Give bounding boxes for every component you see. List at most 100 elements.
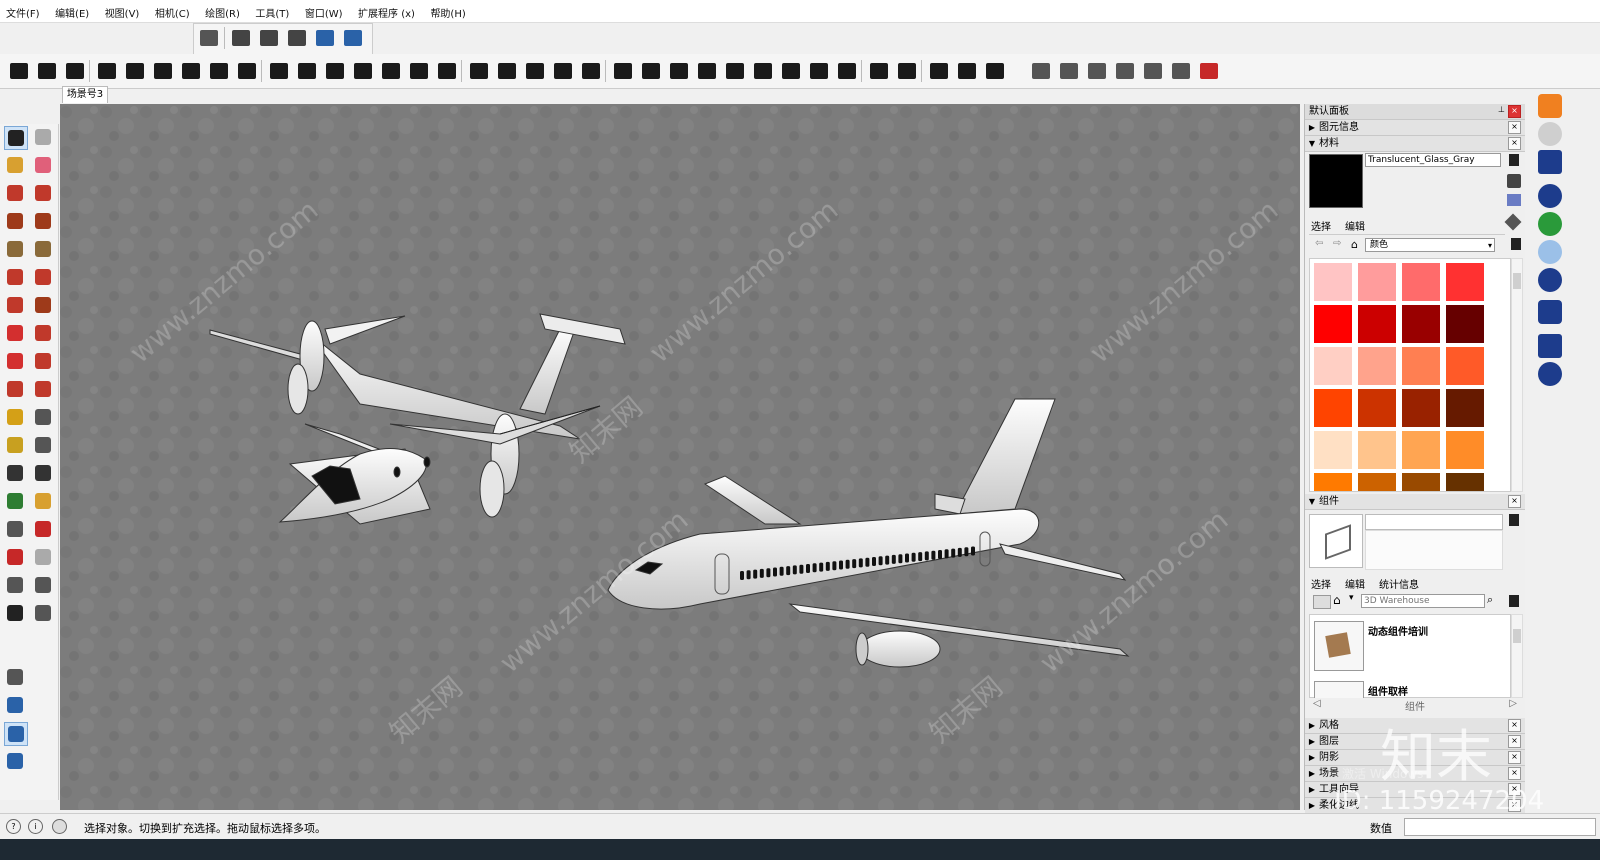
section-plane-icon[interactable] — [32, 602, 54, 624]
flag-icon[interactable] — [612, 60, 634, 82]
back-icon[interactable]: ◁ — [1313, 698, 1321, 709]
rectangle-icon[interactable] — [4, 210, 26, 232]
swirl-icon[interactable] — [268, 60, 290, 82]
top-view-icon[interactable] — [230, 27, 252, 49]
search-icon[interactable]: ⌕ — [1487, 593, 1493, 607]
wave-icon[interactable] — [552, 60, 574, 82]
badge-b-icon[interactable] — [868, 60, 890, 82]
color-swatch[interactable] — [1402, 305, 1440, 343]
grid-fold-icon[interactable] — [380, 60, 402, 82]
circle-icon[interactable] — [4, 238, 26, 260]
color-swatch[interactable] — [1402, 347, 1440, 385]
menu-edit[interactable]: 编辑(E) — [49, 0, 95, 20]
component-scrollbar[interactable] — [1511, 614, 1523, 698]
globe-icon[interactable] — [1538, 240, 1562, 264]
close-icon[interactable]: × — [1508, 137, 1521, 150]
paint-bucket-icon[interactable] — [1507, 174, 1521, 188]
orbit-icon[interactable] — [1058, 60, 1080, 82]
move-icon[interactable] — [4, 322, 26, 344]
bars-icon[interactable] — [96, 60, 118, 82]
close-icon[interactable]: × — [1508, 495, 1521, 508]
measure-line-icon[interactable] — [152, 60, 174, 82]
back-icon[interactable]: ⇦ — [1315, 238, 1323, 249]
knot-icon[interactable] — [296, 60, 318, 82]
triangle-prism-icon[interactable] — [696, 60, 718, 82]
sample-paint-icon[interactable] — [1507, 194, 1521, 206]
component-item[interactable]: 组件取样 — [1368, 683, 1408, 698]
text-label-icon[interactable] — [32, 434, 54, 456]
left-view-icon[interactable] — [342, 27, 364, 49]
scene-tab[interactable]: 场景号3 — [62, 86, 108, 103]
top-cube-icon[interactable] — [4, 722, 28, 746]
material-name-field[interactable] — [1365, 153, 1501, 167]
iso-cube-icon[interactable] — [4, 694, 26, 716]
mail-icon[interactable] — [1538, 334, 1562, 358]
details-icon[interactable] — [1509, 595, 1519, 607]
zoom-window-icon[interactable] — [32, 518, 54, 540]
model-icon[interactable] — [984, 60, 1006, 82]
eraser-icon[interactable] — [32, 154, 54, 176]
close-icon[interactable]: × — [1508, 719, 1521, 732]
export-icon[interactable] — [1170, 60, 1192, 82]
lift-icon[interactable] — [408, 60, 430, 82]
forward-icon[interactable]: ▷ — [1509, 698, 1517, 709]
measurements-field[interactable] — [1404, 818, 1596, 836]
color-swatch[interactable] — [1446, 305, 1484, 343]
ramp-icon[interactable] — [64, 60, 86, 82]
color-swatch[interactable] — [1446, 389, 1484, 427]
add-icon[interactable] — [1538, 184, 1562, 208]
box-stack-icon[interactable] — [436, 60, 458, 82]
color-swatch[interactable] — [1446, 347, 1484, 385]
scale-icon[interactable] — [4, 378, 26, 400]
zoom-icon[interactable] — [4, 518, 26, 540]
component-make-icon[interactable] — [32, 126, 54, 148]
library-select[interactable]: 颜色 ▾ — [1365, 238, 1495, 252]
model-viewport[interactable]: www.znzmo.com 知末网 www.znzmo.com www.znzm… — [60, 104, 1300, 810]
camera-icon[interactable] — [1030, 60, 1052, 82]
color-swatch[interactable] — [1446, 263, 1484, 301]
component-tab-select[interactable]: 选择 — [1311, 576, 1331, 591]
geo-location-icon[interactable]: ? — [6, 819, 21, 834]
back-view-icon[interactable] — [314, 27, 336, 49]
home-icon[interactable]: ⌂ — [1351, 238, 1358, 251]
user-icon[interactable] — [52, 819, 67, 834]
color-swatch[interactable] — [1402, 263, 1440, 301]
details-icon[interactable] — [1511, 238, 1521, 250]
arch-icon[interactable] — [236, 60, 258, 82]
select-icon[interactable] — [4, 126, 28, 150]
panel-entity-info[interactable]: ▶ 图元信息 × — [1305, 120, 1525, 136]
camera-record-icon[interactable] — [1538, 150, 1562, 174]
rotated-rect-icon[interactable] — [32, 210, 54, 232]
table-icon[interactable] — [896, 60, 918, 82]
menu-extensions[interactable]: 扩展程序 (x) — [352, 0, 421, 20]
component-tab-stats[interactable]: 统计信息 — [1379, 576, 1419, 591]
axis-orient-icon[interactable] — [4, 666, 26, 688]
color-swatch[interactable] — [1358, 305, 1396, 343]
walk-icon[interactable] — [4, 602, 26, 624]
close-icon[interactable]: × — [1508, 121, 1521, 134]
color-swatch[interactable] — [1402, 431, 1440, 469]
warehouse-search-input[interactable] — [1361, 594, 1485, 608]
color-swatch[interactable] — [1446, 473, 1484, 491]
component-thumb-icon[interactable] — [1314, 621, 1364, 671]
color-swatch[interactable] — [1446, 431, 1484, 469]
close-icon[interactable]: × — [1508, 105, 1521, 118]
color-swatch[interactable] — [1358, 389, 1396, 427]
front-cube-icon[interactable] — [4, 750, 26, 772]
robot-icon[interactable] — [1114, 60, 1136, 82]
flag-small-icon[interactable] — [1142, 60, 1164, 82]
three-point-arc-icon[interactable] — [4, 294, 26, 316]
color-swatch[interactable] — [1402, 473, 1440, 491]
extension-warehouse-icon[interactable] — [1538, 94, 1562, 118]
polygon-icon[interactable] — [32, 238, 54, 260]
ring-env-icon[interactable] — [956, 60, 978, 82]
cloud-upload-icon[interactable] — [1538, 268, 1562, 292]
compass-icon[interactable] — [780, 60, 802, 82]
menu-window[interactable]: 窗口(W) — [299, 0, 349, 20]
arc-icon[interactable] — [4, 266, 26, 288]
arc-dome-icon[interactable] — [496, 60, 518, 82]
swatch-scrollbar[interactable] — [1511, 258, 1523, 492]
color-swatch[interactable] — [1314, 305, 1352, 343]
color-swatch[interactable] — [1314, 389, 1352, 427]
component-tab-edit[interactable]: 编辑 — [1345, 576, 1365, 591]
